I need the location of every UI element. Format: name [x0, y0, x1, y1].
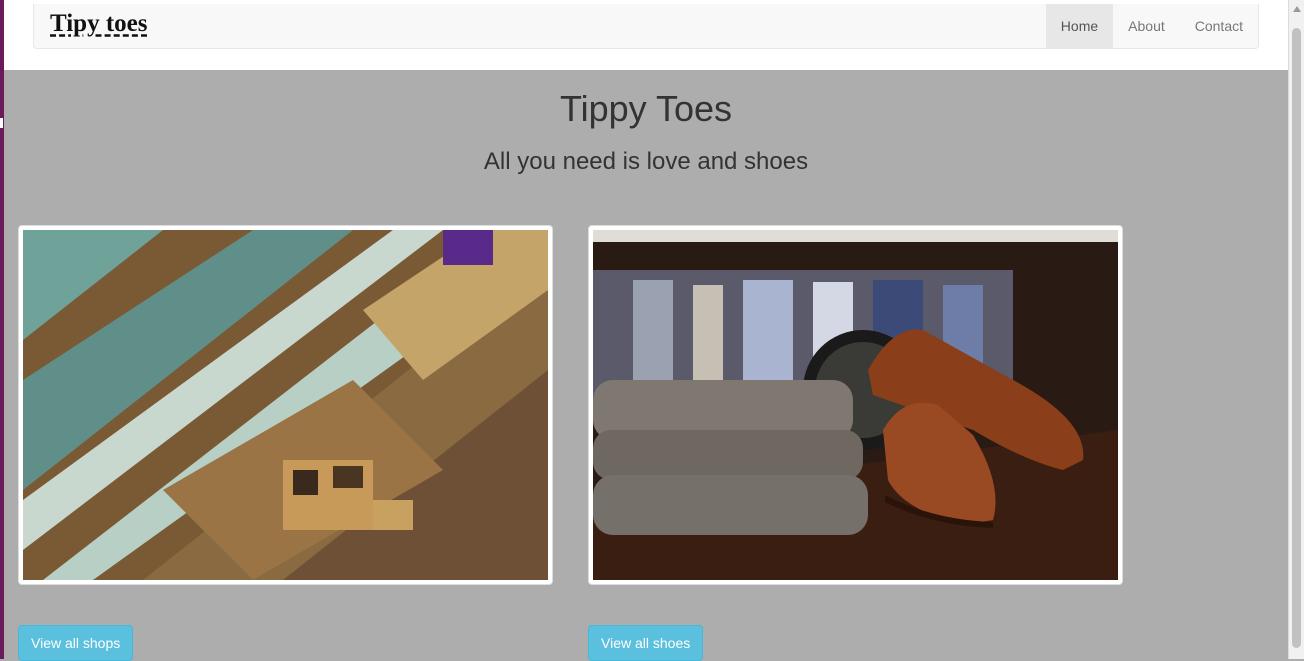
nav-home[interactable]: Home: [1045, 4, 1114, 48]
shops-image-thumbnail[interactable]: [18, 225, 553, 585]
scroll-up-arrow-icon[interactable]: [1293, 6, 1301, 12]
view-all-shops-button[interactable]: View all shops: [18, 625, 134, 661]
shoes-image-thumbnail[interactable]: [588, 225, 1123, 585]
mall-escalators-image: [23, 230, 548, 580]
nav-contact[interactable]: Contact: [1180, 4, 1258, 48]
view-all-shoes-button[interactable]: View all shoes: [588, 625, 704, 661]
nav-about[interactable]: About: [1113, 4, 1180, 48]
hero-title: Tippy Toes: [559, 88, 733, 129]
navbar: Tipy toes Home About Contact: [33, 4, 1259, 49]
nav-menu: Home About Contact: [1045, 4, 1258, 48]
vertical-scrollbar[interactable]: [1288, 0, 1304, 659]
hero-subtitle: All you need is love and shoes: [483, 148, 809, 175]
brown-shoes-image: [593, 230, 1118, 580]
scrollbar-thumb[interactable]: [1292, 28, 1301, 648]
brand-link[interactable]: Tipy toes: [50, 10, 147, 38]
